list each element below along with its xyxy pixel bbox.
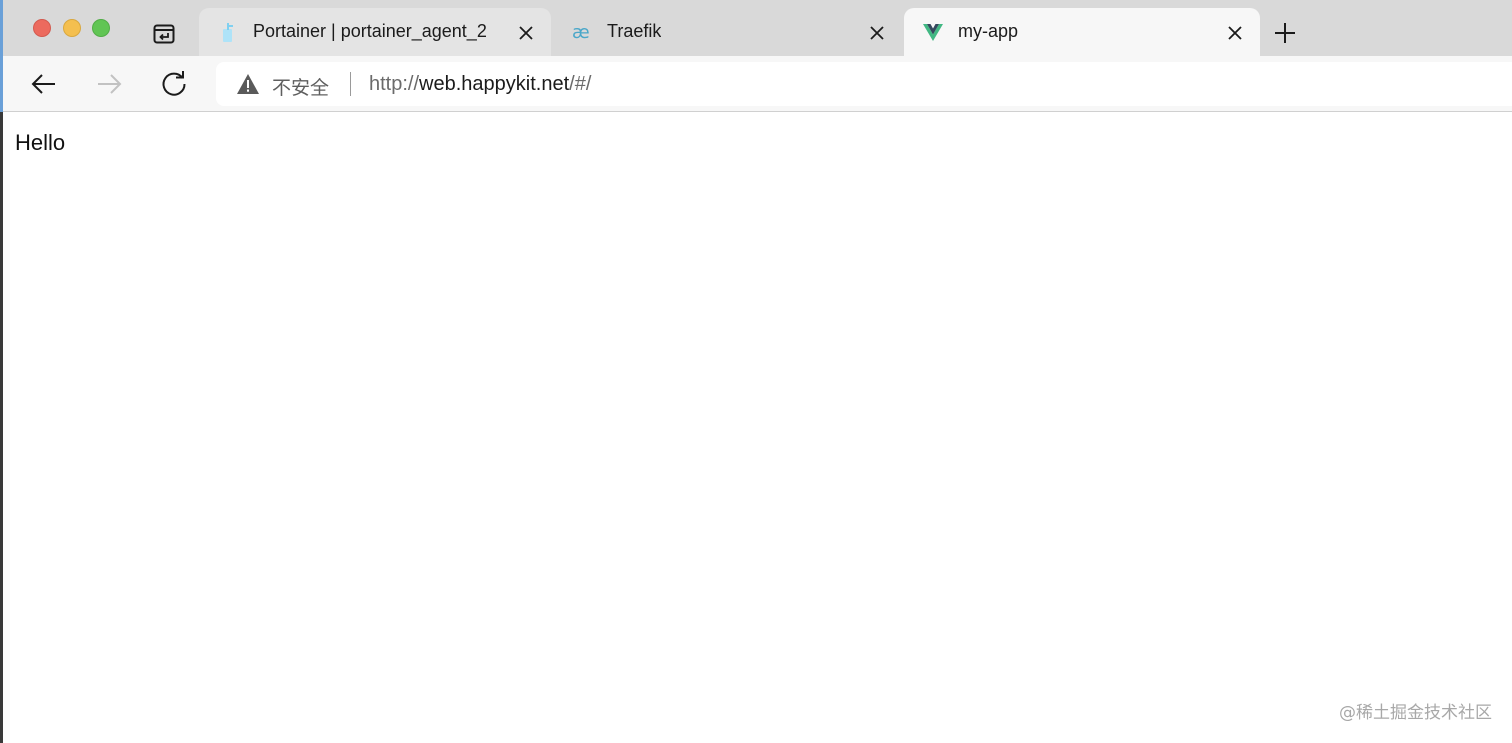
vue-icon — [922, 21, 944, 43]
warning-icon[interactable] — [236, 73, 260, 95]
tab-portainer[interactable]: Portainer | portainer_agent_2 — [199, 8, 551, 56]
tab-title: Portainer | portainer_agent_2 — [253, 21, 487, 41]
traefik-icon: æ — [571, 21, 593, 43]
tab-actions-icon[interactable] — [150, 20, 178, 48]
url-host: web.happykit.net — [419, 73, 570, 95]
watermark: @稀土掘金技术社区 — [1339, 703, 1492, 723]
tab-title: my-app — [958, 21, 1019, 41]
toolbar: 不安全 http://web.happykit.net/#/ — [0, 56, 1512, 112]
tab-title: Traefik — [607, 21, 662, 41]
close-icon[interactable] — [868, 24, 886, 42]
page-text: Hello — [15, 130, 66, 155]
back-button[interactable] — [29, 69, 59, 99]
close-window-button[interactable] — [33, 19, 51, 37]
portainer-icon — [217, 21, 239, 43]
new-tab-button[interactable] — [1272, 20, 1298, 46]
url-path: /#/ — [569, 73, 592, 95]
url-scheme: http:// — [369, 73, 420, 95]
maximize-window-button[interactable] — [92, 19, 110, 37]
window-edge-accent — [0, 0, 3, 112]
address-bar[interactable]: 不安全 http://web.happykit.net/#/ — [216, 62, 1512, 106]
forward-button[interactable] — [94, 69, 124, 99]
page-content: Hello @稀土掘金技术社区 — [3, 113, 1512, 743]
tab-my-app[interactable]: my-app — [904, 8, 1260, 58]
svg-text:æ: æ — [572, 22, 590, 43]
address-divider — [350, 72, 351, 96]
minimize-window-button[interactable] — [63, 19, 81, 37]
close-icon[interactable] — [517, 24, 535, 42]
close-icon[interactable] — [1226, 24, 1244, 42]
browser-window: Portainer | portainer_agent_2 æ Traefik — [0, 0, 1512, 743]
tab-strip: Portainer | portainer_agent_2 æ Traefik — [0, 0, 1512, 58]
reload-button[interactable] — [159, 69, 189, 99]
url-text[interactable]: http://web.happykit.net/#/ — [369, 73, 591, 96]
security-label[interactable]: 不安全 — [272, 73, 329, 100]
tab-traefik[interactable]: æ Traefik — [553, 8, 902, 56]
